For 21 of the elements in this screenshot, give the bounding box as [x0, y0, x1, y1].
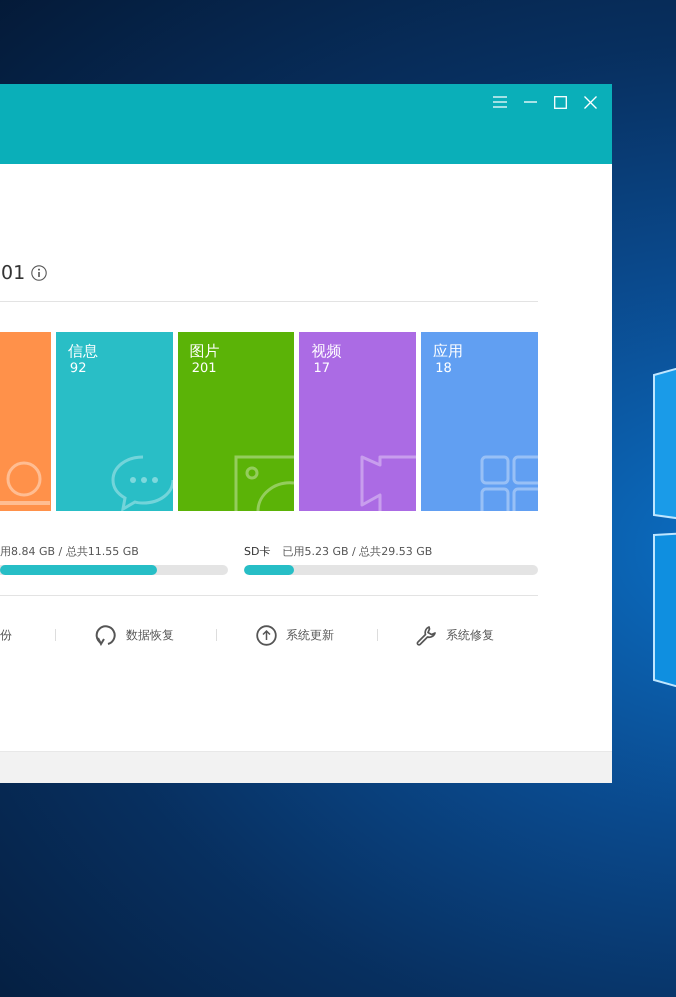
- picture-icon: [234, 455, 294, 511]
- restore-icon: [95, 624, 117, 646]
- tool-button[interactable]: 系统更新: [256, 622, 377, 648]
- tool-button[interactable]: 数据恢复: [95, 622, 216, 648]
- storage-usage: 已用5.23 GB / 总共29.53 GB: [282, 544, 432, 558]
- tool-button[interactable]: 份: [0, 622, 55, 648]
- category-tile[interactable]: [0, 332, 51, 511]
- minimize-icon[interactable]: [524, 101, 537, 103]
- storage-label: SD卡: [244, 544, 270, 558]
- storage-usage: 用8.84 GB / 总共11.55 GB: [0, 544, 139, 558]
- close-icon[interactable]: [584, 96, 597, 108]
- apps-grid-icon: [480, 455, 538, 511]
- info-icon[interactable]: [31, 265, 48, 281]
- category-tile[interactable]: 视频 17: [299, 332, 416, 511]
- video-camera-icon: [358, 455, 416, 511]
- tool-button[interactable]: 系统修复: [416, 622, 494, 648]
- chat-bubble-icon: [110, 455, 173, 511]
- device-name: 01: [0, 262, 26, 284]
- menu-icon[interactable]: [493, 96, 507, 108]
- wrench-icon: [416, 624, 437, 646]
- maximize-icon[interactable]: [554, 96, 567, 108]
